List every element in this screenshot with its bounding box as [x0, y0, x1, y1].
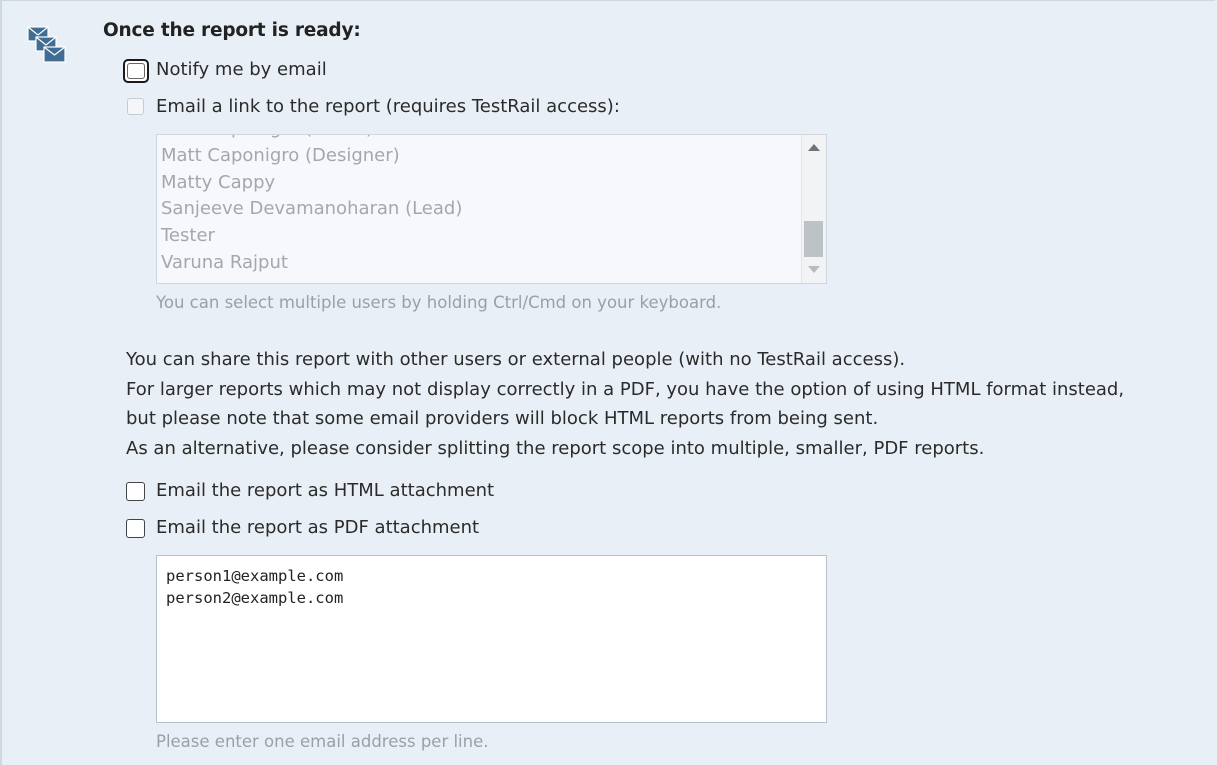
email-addresses-hint: Please enter one email address per line.: [156, 732, 489, 751]
email-addresses-textarea[interactable]: person1@example.com person2@example.com: [156, 555, 827, 723]
notify-checkbox[interactable]: [123, 59, 149, 83]
pdf-attachment-label[interactable]: Email the report as PDF attachment: [156, 517, 479, 538]
share-info-text: You can share this report with other use…: [126, 345, 1124, 463]
user-option[interactable]: Matt Caponigro (Tester): [161, 135, 462, 143]
user-list-scrollbar[interactable]: [801, 135, 826, 283]
scrollbar-thumb[interactable]: [804, 221, 823, 257]
user-option[interactable]: Varuna Rajput: [161, 250, 462, 277]
html-attachment-label[interactable]: Email the report as HTML attachment: [156, 480, 494, 501]
scroll-down-arrow-icon[interactable]: [808, 266, 820, 273]
html-attachment-checkbox[interactable]: [126, 482, 145, 501]
user-option[interactable]: Sanjeeve Devamanoharan (Lead): [161, 196, 462, 223]
email-link-checkbox[interactable]: [127, 98, 144, 115]
user-option[interactable]: Matty Cappy: [161, 170, 462, 197]
user-select-hint: You can select multiple users by holding…: [156, 293, 722, 312]
report-notification-panel: Once the report is ready: Notify me by e…: [0, 0, 1215, 765]
info-line: As an alternative, please consider split…: [126, 437, 985, 459]
pdf-attachment-checkbox[interactable]: [126, 519, 145, 538]
notify-label[interactable]: Notify me by email: [156, 59, 327, 80]
email-link-label[interactable]: Email a link to the report (requires Tes…: [156, 96, 620, 117]
info-line: but please note that some email provider…: [126, 408, 879, 429]
info-line: For larger reports which may not display…: [126, 378, 1125, 400]
user-option[interactable]: Tester: [161, 223, 462, 250]
section-heading: Once the report is ready:: [103, 20, 361, 41]
user-select-list[interactable]: Matt Caponigro (Tester) Matt Caponigro (…: [156, 134, 827, 284]
scroll-up-arrow-icon[interactable]: [808, 144, 820, 151]
info-line: You can share this report with other use…: [126, 349, 906, 370]
user-list-items: Matt Caponigro (Tester) Matt Caponigro (…: [161, 135, 462, 277]
envelopes-icon: [27, 26, 66, 63]
user-option[interactable]: Matt Caponigro (Designer): [161, 143, 462, 170]
